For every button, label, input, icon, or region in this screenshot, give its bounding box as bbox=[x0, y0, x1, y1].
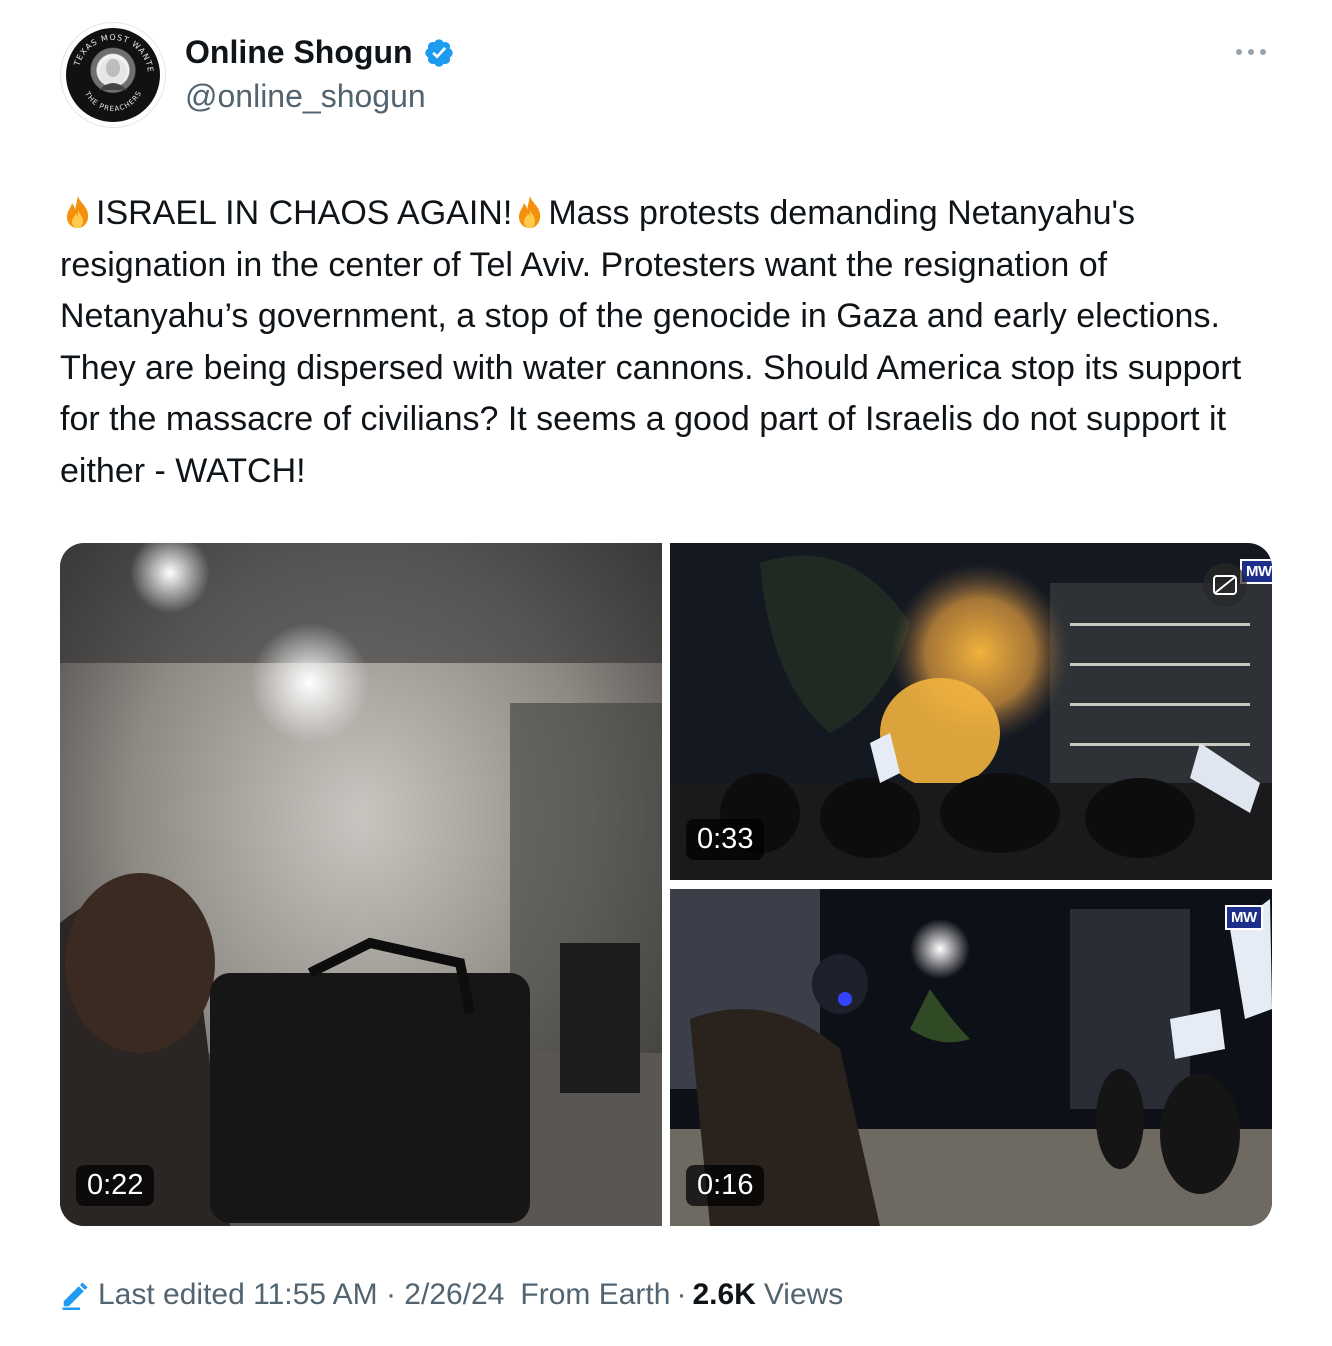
video-thumbnail-3[interactable]: MW 0:16 bbox=[670, 889, 1272, 1226]
video-duration: 0:22 bbox=[76, 1165, 155, 1206]
tweet-source: From Earth bbox=[520, 1278, 671, 1311]
edited-timestamp-link[interactable]: Last edited 11:55 AM · 2/26/24 bbox=[98, 1278, 504, 1312]
tweet-text-headline: ISRAEL IN CHAOS AGAIN! bbox=[96, 194, 513, 232]
avatar[interactable]: TEXAS MOST WANTED THE PREACHERS bbox=[60, 22, 166, 128]
verified-badge-icon bbox=[424, 38, 453, 67]
video-scene-image bbox=[60, 543, 662, 1226]
tweet-text: ISRAEL IN CHAOS AGAIN! Mass protests dem… bbox=[60, 188, 1275, 497]
pencil-icon bbox=[62, 1282, 88, 1310]
captions-icon[interactable] bbox=[1203, 563, 1247, 607]
tweet-text-body: Mass protests demanding Netanyahu's resi… bbox=[60, 194, 1242, 490]
video-thumbnail-1[interactable]: 0:22 bbox=[60, 543, 662, 1226]
avatar-image: TEXAS MOST WANTED THE PREACHERS bbox=[66, 28, 160, 122]
views-count: 2.6K bbox=[692, 1278, 756, 1311]
video-thumbnail-2[interactable]: MW 0:33 bbox=[670, 543, 1272, 880]
fire-icon bbox=[519, 196, 541, 228]
author-name-row[interactable]: Online Shogun bbox=[185, 34, 455, 71]
media-grid: 0:22 MW 0:33 MW 0:16 bbox=[60, 543, 1272, 1226]
more-options-icon[interactable] bbox=[1236, 44, 1272, 60]
video-duration: 0:33 bbox=[686, 819, 765, 860]
video-duration: 0:16 bbox=[686, 1165, 765, 1206]
mw-channel-badge: MW bbox=[1225, 905, 1263, 930]
author-display-name[interactable]: Online Shogun bbox=[185, 34, 413, 71]
svg-text:THE PREACHERS: THE PREACHERS bbox=[83, 89, 144, 113]
views-label: Views bbox=[763, 1278, 844, 1311]
tweet-metadata: Last edited 11:55 AM · 2/26/24 From Eart… bbox=[60, 1278, 843, 1312]
author-handle[interactable]: @online_shogun bbox=[185, 78, 426, 115]
fire-icon bbox=[67, 196, 89, 228]
separator: · bbox=[676, 1278, 687, 1311]
avatar-seal-graphic: TEXAS MOST WANTED THE PREACHERS bbox=[66, 28, 154, 113]
